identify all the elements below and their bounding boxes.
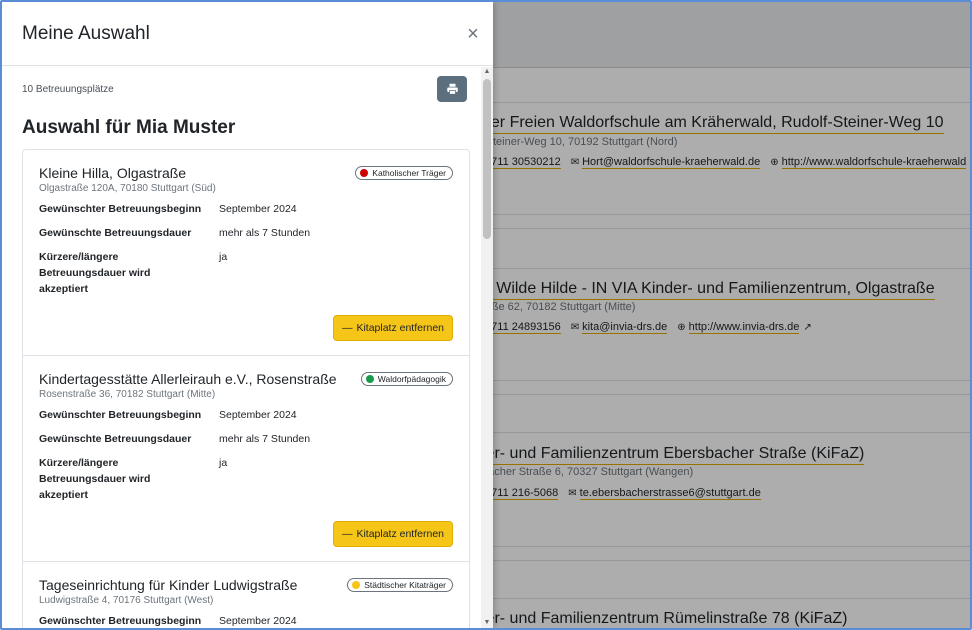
scroll-down-icon[interactable]: ▼ bbox=[481, 618, 493, 628]
badge-label: Städtischer Kitaträger bbox=[364, 580, 446, 590]
printer-icon bbox=[446, 83, 458, 95]
modal-header: Meine Auswahl × bbox=[2, 2, 493, 66]
count-row: 10 Betreuungsplätze bbox=[22, 67, 469, 111]
place-address: Olgastraße 120A, 70180 Stuttgart (Süd) bbox=[39, 183, 216, 194]
details-list: Gewünschter Betreuungsbeginn September 20… bbox=[39, 407, 453, 503]
place-name: Kindertagesstätte Allerleirauh e.V., Ros… bbox=[39, 371, 337, 387]
badge-dot-icon bbox=[365, 375, 374, 383]
badge-dot-icon bbox=[352, 581, 361, 589]
selection-modal: Meine Auswahl × 10 Betreuungsplätze Ausw… bbox=[2, 2, 493, 628]
status-badge: Katholischer Träger bbox=[355, 166, 453, 180]
value-start: September 2024 bbox=[219, 615, 297, 627]
status-badge: Städtischer Kitaträger bbox=[347, 578, 453, 592]
label-start: Gewünschter Betreuungsbeginn bbox=[39, 409, 202, 421]
value-duration: mehr als 7 Stunden bbox=[219, 433, 311, 445]
remove-label: Kitaplatz entfernen bbox=[356, 528, 444, 540]
value-duration: mehr als 7 Stunden bbox=[219, 227, 311, 239]
details-list: Gewünschter Betreuungsbeginn September 20… bbox=[39, 613, 453, 628]
value-accepted: ja bbox=[219, 457, 228, 469]
place-address: Rosenstraße 36, 70182 Stuttgart (Mitte) bbox=[39, 389, 216, 400]
remove-label: Kitaplatz entfernen bbox=[356, 322, 444, 334]
modal-scroll-content: 10 Betreuungsplätze Auswahl für Mia Must… bbox=[2, 67, 481, 628]
place-name: Tageseinrichtung für Kinder Ludwigstraße bbox=[39, 577, 298, 593]
close-icon[interactable]: × bbox=[463, 24, 483, 44]
list-item: Kleine Hilla, Olgastraße Katholischer Tr… bbox=[23, 150, 469, 356]
places-count: 10 Betreuungsplätze bbox=[22, 83, 114, 95]
label-duration: Gewünschte Betreuungsdauer bbox=[39, 433, 192, 445]
scroll-up-icon[interactable]: ▲ bbox=[481, 67, 493, 77]
badge-label: Katholischer Träger bbox=[372, 168, 446, 178]
minus-icon: — bbox=[341, 322, 353, 334]
details-list: Gewünschter Betreuungsbeginn September 20… bbox=[39, 201, 453, 297]
modal-body: 10 Betreuungsplätze Auswahl für Mia Must… bbox=[2, 67, 493, 628]
remove-place-button[interactable]: — Kitaplatz entfernen bbox=[332, 521, 453, 547]
value-start: September 2024 bbox=[219, 203, 297, 215]
badge-label: Waldorfpädagogik bbox=[377, 374, 446, 384]
modal-title: Meine Auswahl bbox=[22, 22, 150, 44]
selection-title: Auswahl für Mia Muster bbox=[22, 117, 236, 138]
place-name: Kleine Hilla, Olgastraße bbox=[39, 165, 187, 181]
label-duration: Gewünschte Betreuungsdauer bbox=[39, 227, 192, 239]
screen-frame: der Freien Waldorfschule am Kräherwald, … bbox=[0, 0, 972, 630]
label-accepted: Kürzere/längere Betreuungsdauer wird akz… bbox=[39, 251, 151, 295]
minus-icon: — bbox=[341, 528, 353, 540]
modal-scrollbar[interactable]: ▲ ▼ bbox=[481, 67, 493, 628]
badge-dot-icon bbox=[360, 169, 369, 177]
selected-places-list: Kleine Hilla, Olgastraße Katholischer Tr… bbox=[22, 149, 470, 628]
label-start: Gewünschter Betreuungsbeginn bbox=[39, 203, 202, 215]
print-button[interactable] bbox=[437, 76, 467, 102]
list-item: Kindertagesstätte Allerleirauh e.V., Ros… bbox=[23, 356, 469, 562]
label-start: Gewünschter Betreuungsbeginn bbox=[39, 615, 202, 627]
value-start: September 2024 bbox=[219, 409, 297, 421]
status-badge: Waldorfpädagogik bbox=[360, 372, 453, 386]
list-item: Tageseinrichtung für Kinder Ludwigstraße… bbox=[23, 562, 469, 628]
scrollbar-thumb[interactable] bbox=[483, 79, 491, 239]
remove-place-button[interactable]: — Kitaplatz entfernen bbox=[332, 315, 453, 341]
value-accepted: ja bbox=[219, 251, 228, 263]
place-address: Ludwigstraße 4, 70176 Stuttgart (West) bbox=[39, 595, 214, 606]
label-accepted: Kürzere/längere Betreuungsdauer wird akz… bbox=[39, 457, 151, 501]
